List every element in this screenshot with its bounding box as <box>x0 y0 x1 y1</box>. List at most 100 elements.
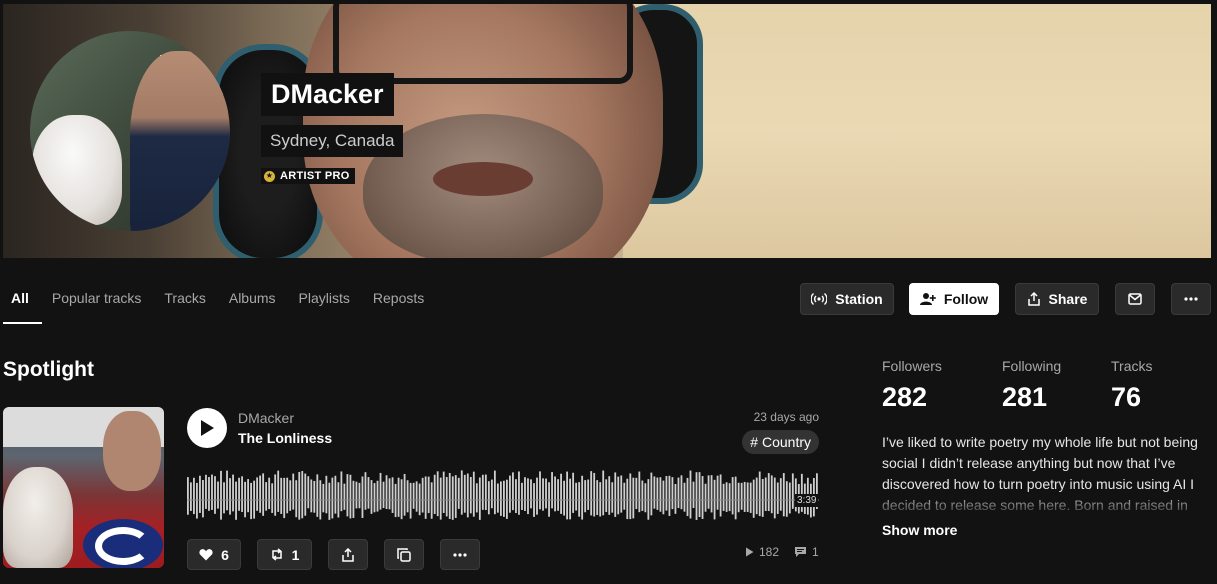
tracks-label[interactable]: Tracks <box>1111 358 1152 374</box>
share-button[interactable]: Share <box>1015 283 1099 315</box>
track-genre-tag[interactable]: # Country <box>742 430 819 454</box>
waveform-bar <box>475 483 478 513</box>
waveform-bar <box>355 481 358 509</box>
waveform-bar <box>623 482 626 510</box>
like-button[interactable]: 6 <box>187 539 241 570</box>
waveform-bar <box>578 482 581 517</box>
more-icon <box>1184 297 1198 301</box>
tracks-count[interactable]: 76 <box>1111 382 1141 413</box>
waveform-bar <box>265 482 268 511</box>
follow-button[interactable]: Follow <box>909 283 999 315</box>
waveform-bar <box>602 470 605 516</box>
track-share-button[interactable] <box>328 539 368 570</box>
waveform-bar <box>388 478 391 510</box>
waveform-bar <box>295 480 298 518</box>
waveform-bar <box>650 472 653 516</box>
waveform-bar <box>226 470 228 511</box>
waveform-bar <box>256 477 259 511</box>
waveform-bar <box>515 479 517 513</box>
waveform-bar <box>271 483 274 513</box>
waveform-bar <box>629 473 632 520</box>
waveform-bar <box>668 475 671 516</box>
tab-playlists[interactable]: Playlists <box>288 276 362 324</box>
waveform-bar <box>199 475 201 513</box>
waveform-bar <box>361 476 364 518</box>
waveform-bar <box>469 476 472 514</box>
track-duration: 3:39 <box>795 494 819 507</box>
waveform-bar <box>460 470 463 515</box>
station-button[interactable]: Station <box>800 283 894 315</box>
copy-icon <box>397 547 411 562</box>
waveform-bar <box>581 475 584 520</box>
waveform-bar <box>250 482 253 520</box>
waveform-bar <box>674 484 677 514</box>
track-artwork[interactable] <box>3 407 164 568</box>
waveform-bar <box>614 472 617 517</box>
tab-popular-tracks[interactable]: Popular tracks <box>41 276 153 324</box>
play-button[interactable] <box>187 408 227 448</box>
following-label[interactable]: Following <box>1002 358 1061 374</box>
track-title[interactable]: The Lonliness <box>238 430 332 446</box>
waveform-bar <box>370 480 373 514</box>
waveform-bar <box>704 483 707 512</box>
comment-count[interactable]: 1 <box>794 545 819 559</box>
tab-albums[interactable]: Albums <box>218 276 288 324</box>
waveform-bar <box>524 477 526 511</box>
waveform-bar <box>560 473 562 514</box>
more-options-button[interactable] <box>1171 283 1211 315</box>
track-artist[interactable]: DMacker <box>238 410 294 426</box>
waveform-bar <box>680 475 683 510</box>
waveform-bar <box>220 470 222 520</box>
waveform-bar <box>247 479 249 513</box>
waveform[interactable] <box>187 466 819 524</box>
comment-count-value: 1 <box>812 545 819 559</box>
waveform-bar <box>481 474 484 510</box>
waveform-bar <box>493 470 496 515</box>
waveform-bar <box>632 477 635 519</box>
waveform-bar <box>569 478 572 520</box>
profile-name: DMacker <box>261 73 394 116</box>
waveform-bar <box>722 483 725 511</box>
waveform-bar <box>205 474 207 509</box>
repost-button[interactable]: 1 <box>257 539 312 570</box>
show-more-link[interactable]: Show more <box>882 522 957 538</box>
star-icon: ★ <box>264 170 275 182</box>
copy-link-button[interactable] <box>384 539 424 570</box>
artwork-person <box>103 411 161 491</box>
waveform-bar <box>340 471 343 512</box>
waveform-bar <box>749 482 752 513</box>
profile-location: Sydney, Canada <box>261 125 404 157</box>
waveform-bar <box>190 482 192 511</box>
followers-count[interactable]: 282 <box>882 382 927 413</box>
waveform-bar <box>385 475 388 510</box>
waveform-bar <box>238 477 240 511</box>
waveform-bar <box>509 475 511 513</box>
tab-tracks[interactable]: Tracks <box>153 276 217 324</box>
tab-all[interactable]: All <box>0 276 42 324</box>
waveform-bar <box>412 482 415 509</box>
waveform-bar <box>472 471 475 517</box>
track-more-button[interactable] <box>440 539 480 570</box>
followers-label[interactable]: Followers <box>882 358 942 374</box>
waveform-bar <box>283 477 286 519</box>
waveform-bar <box>758 471 761 517</box>
waveform-bar <box>187 477 189 515</box>
waveform-bar <box>611 482 614 513</box>
waveform-bar <box>376 480 379 512</box>
waveform-bar <box>442 471 445 513</box>
waveform-bar <box>466 473 469 518</box>
waveform-bar <box>572 472 575 513</box>
profile-avatar[interactable] <box>30 31 230 231</box>
waveform-bar <box>710 475 713 513</box>
message-button[interactable] <box>1115 283 1155 315</box>
waveform-bar <box>506 479 508 519</box>
waveform-bar <box>421 477 424 513</box>
waveform-bar <box>241 476 243 512</box>
waveform-bar <box>391 477 394 513</box>
waveform-bar <box>208 477 210 511</box>
more-icon <box>453 552 467 557</box>
waveform-bar <box>454 475 457 518</box>
tab-reposts[interactable]: Reposts <box>362 276 436 324</box>
following-count[interactable]: 281 <box>1002 382 1047 413</box>
banner-glasses <box>333 4 633 84</box>
